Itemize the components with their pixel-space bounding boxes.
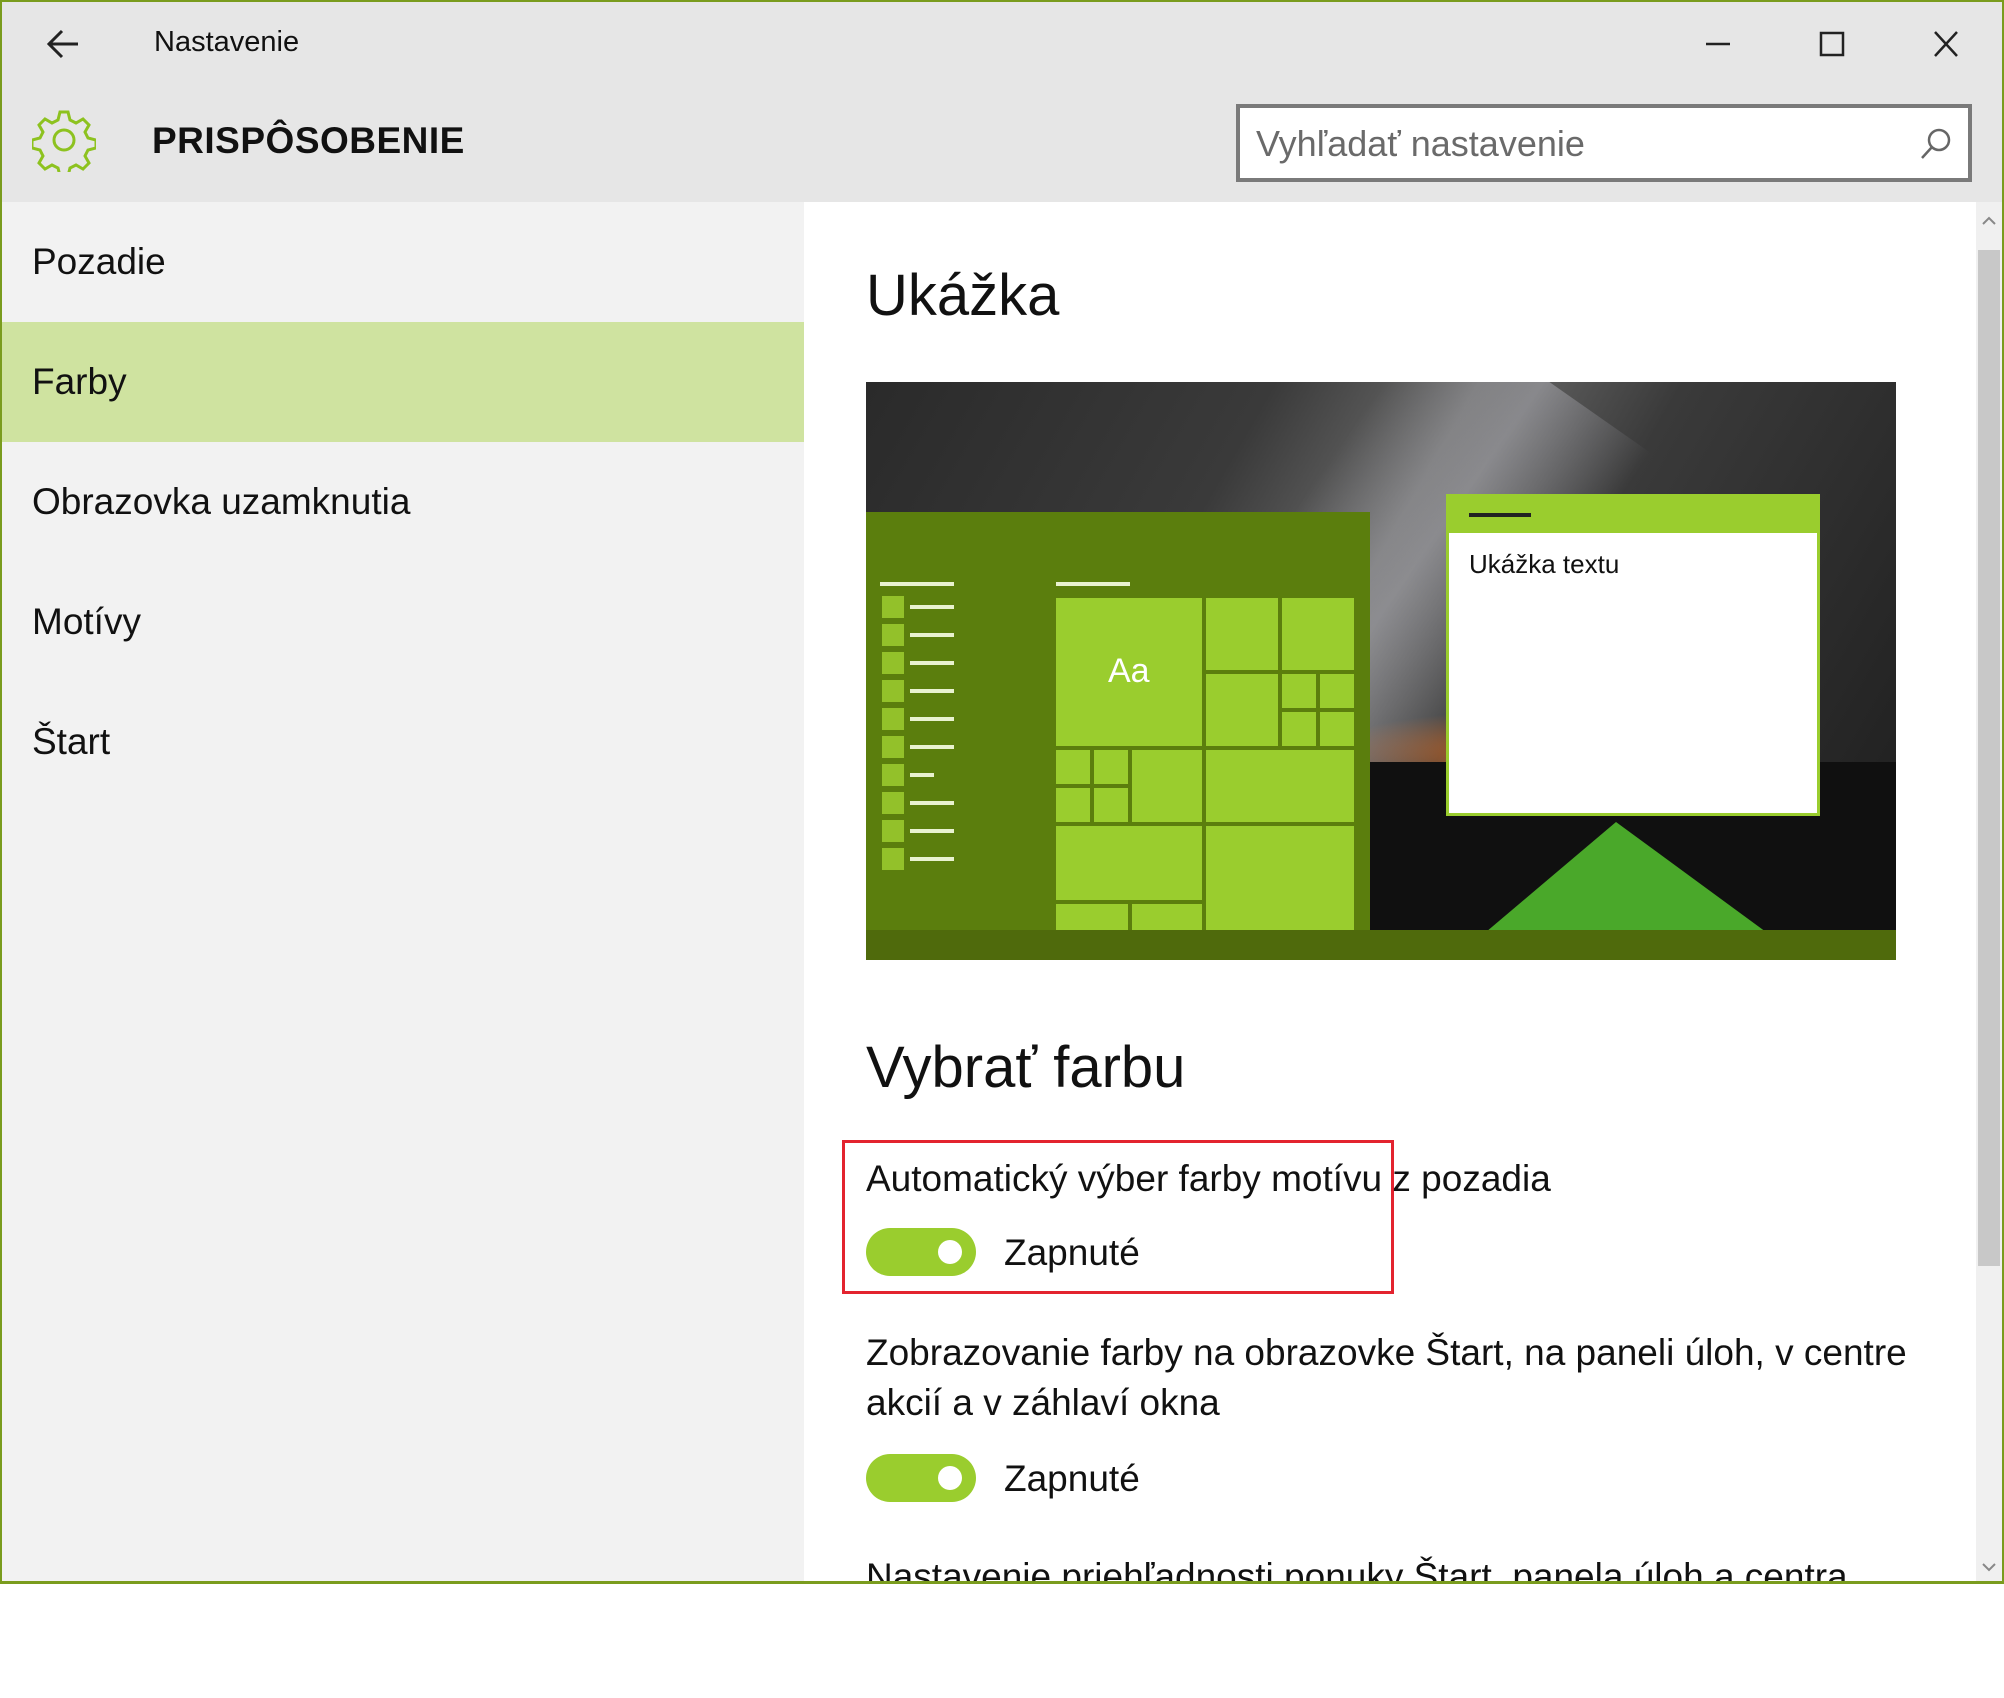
maximize-icon bbox=[1819, 31, 1845, 57]
preview-menu-line bbox=[1056, 582, 1130, 586]
preview-tile bbox=[1056, 750, 1090, 784]
preview-taskbar bbox=[866, 930, 1896, 960]
toggle-knob bbox=[938, 1240, 962, 1264]
search-input[interactable] bbox=[1254, 118, 1898, 170]
sidebar-item-motivy[interactable]: Motívy bbox=[2, 562, 804, 682]
preview-app-icon bbox=[882, 680, 904, 702]
preview-app-icon bbox=[882, 848, 904, 870]
auto-color-toggle[interactable] bbox=[866, 1228, 976, 1276]
preview-menu-line bbox=[880, 582, 954, 586]
preview-tile bbox=[1094, 750, 1128, 784]
preview-tile bbox=[1206, 826, 1354, 930]
color-preview: Aa Ukážka textu bbox=[866, 382, 1896, 960]
preview-window: Ukážka textu bbox=[1446, 494, 1820, 816]
close-icon bbox=[1934, 31, 1958, 57]
preview-tile bbox=[1206, 674, 1278, 746]
preview-tile bbox=[1282, 598, 1354, 670]
back-button[interactable] bbox=[38, 20, 94, 68]
minimize-button[interactable] bbox=[1678, 14, 1758, 74]
preview-app-icon bbox=[882, 624, 904, 646]
preview-tile bbox=[1132, 750, 1202, 822]
auto-color-label: Automatický výber farby motívu z pozadia bbox=[866, 1158, 1551, 1199]
scrollbar[interactable] bbox=[1976, 202, 2002, 1582]
show-color-label-line2: akcií a v záhlaví okna bbox=[866, 1382, 1220, 1423]
sidebar-item-pozadie[interactable]: Pozadie bbox=[2, 202, 804, 322]
sidebar: Pozadie Farby Obrazovka uzamknutia Motív… bbox=[2, 202, 804, 1581]
preview-menu-line bbox=[910, 717, 954, 721]
toggle-knob bbox=[938, 1466, 962, 1490]
back-arrow-icon bbox=[46, 29, 78, 59]
search-box[interactable] bbox=[1236, 104, 1972, 182]
sidebar-item-start[interactable]: Štart bbox=[2, 682, 804, 802]
minimize-icon bbox=[1706, 42, 1730, 46]
preview-menu-line bbox=[910, 829, 954, 833]
preview-tile bbox=[1132, 904, 1202, 930]
scroll-thumb[interactable] bbox=[1978, 250, 2000, 1266]
show-color-toggle[interactable] bbox=[866, 1454, 976, 1502]
auto-color-state: Zapnuté bbox=[1004, 1232, 1140, 1273]
scroll-down-icon[interactable] bbox=[1976, 1552, 2002, 1582]
preview-tile bbox=[1056, 904, 1128, 930]
preview-tile bbox=[1282, 712, 1316, 746]
preview-start-menu: Aa bbox=[866, 512, 1370, 930]
main-content: Ukážka Aa Ukážka textu Vybrať farbu Auto… bbox=[804, 202, 1976, 1584]
gear-icon bbox=[32, 110, 96, 172]
preview-sample-text: Ukážka textu bbox=[1469, 549, 1620, 579]
title-bar: Nastavenie bbox=[2, 2, 2002, 88]
preview-tile bbox=[1056, 826, 1202, 900]
scroll-up-icon[interactable] bbox=[1976, 206, 2002, 236]
preview-menu-line bbox=[910, 633, 954, 637]
preview-tile bbox=[1320, 674, 1354, 708]
sidebar-item-farby[interactable]: Farby bbox=[2, 322, 804, 442]
search-icon[interactable] bbox=[1918, 126, 1954, 162]
preview-app-icon bbox=[882, 596, 904, 618]
preview-menu-line bbox=[910, 661, 954, 665]
page-title: PRISPÔSOBENIE bbox=[152, 120, 465, 161]
preview-tile bbox=[1094, 788, 1128, 822]
preview-tile bbox=[1320, 712, 1354, 746]
preview-app-icon bbox=[882, 708, 904, 730]
sidebar-item-obrazovka-uzamknutia[interactable]: Obrazovka uzamknutia bbox=[2, 442, 804, 562]
preview-app-icon bbox=[882, 736, 904, 758]
preview-tile bbox=[1282, 674, 1316, 708]
preview-app-icon bbox=[882, 820, 904, 842]
preview-app-icon bbox=[882, 764, 904, 786]
preview-heading: Ukážka bbox=[866, 263, 1060, 328]
show-color-label: Zobrazovanie farby na obrazovke Štart, n… bbox=[866, 1328, 1907, 1428]
transparency-label: Nastavenie priehľadnosti ponuky Štart, p… bbox=[866, 1556, 1848, 1584]
preview-window-dash bbox=[1469, 513, 1531, 517]
settings-window: Nastavenie PRISPÔSOBENIE Pozadie bbox=[0, 0, 2004, 1584]
color-heading: Vybrať farbu bbox=[866, 1035, 1186, 1100]
preview-tent bbox=[1486, 822, 1766, 932]
preview-tile bbox=[1206, 598, 1278, 670]
maximize-button[interactable] bbox=[1792, 14, 1872, 74]
app-title: Nastavenie bbox=[154, 26, 300, 58]
preview-tile-text: Aa bbox=[1108, 652, 1150, 690]
show-color-label-line1: Zobrazovanie farby na obrazovke Štart, n… bbox=[866, 1332, 1907, 1373]
preview-menu-line bbox=[910, 745, 954, 749]
preview-app-icon bbox=[882, 652, 904, 674]
preview-menu-line bbox=[910, 773, 934, 777]
preview-menu-line bbox=[910, 857, 954, 861]
preview-tile bbox=[1206, 750, 1354, 822]
preview-app-icon bbox=[882, 792, 904, 814]
page-header: PRISPÔSOBENIE bbox=[2, 88, 2002, 202]
preview-tile bbox=[1056, 788, 1090, 822]
preview-menu-line bbox=[910, 689, 954, 693]
show-color-state: Zapnuté bbox=[1004, 1458, 1140, 1499]
preview-menu-line bbox=[910, 605, 954, 609]
preview-menu-line bbox=[910, 801, 954, 805]
close-button[interactable] bbox=[1906, 14, 1986, 74]
preview-window-titlebar bbox=[1449, 497, 1817, 533]
